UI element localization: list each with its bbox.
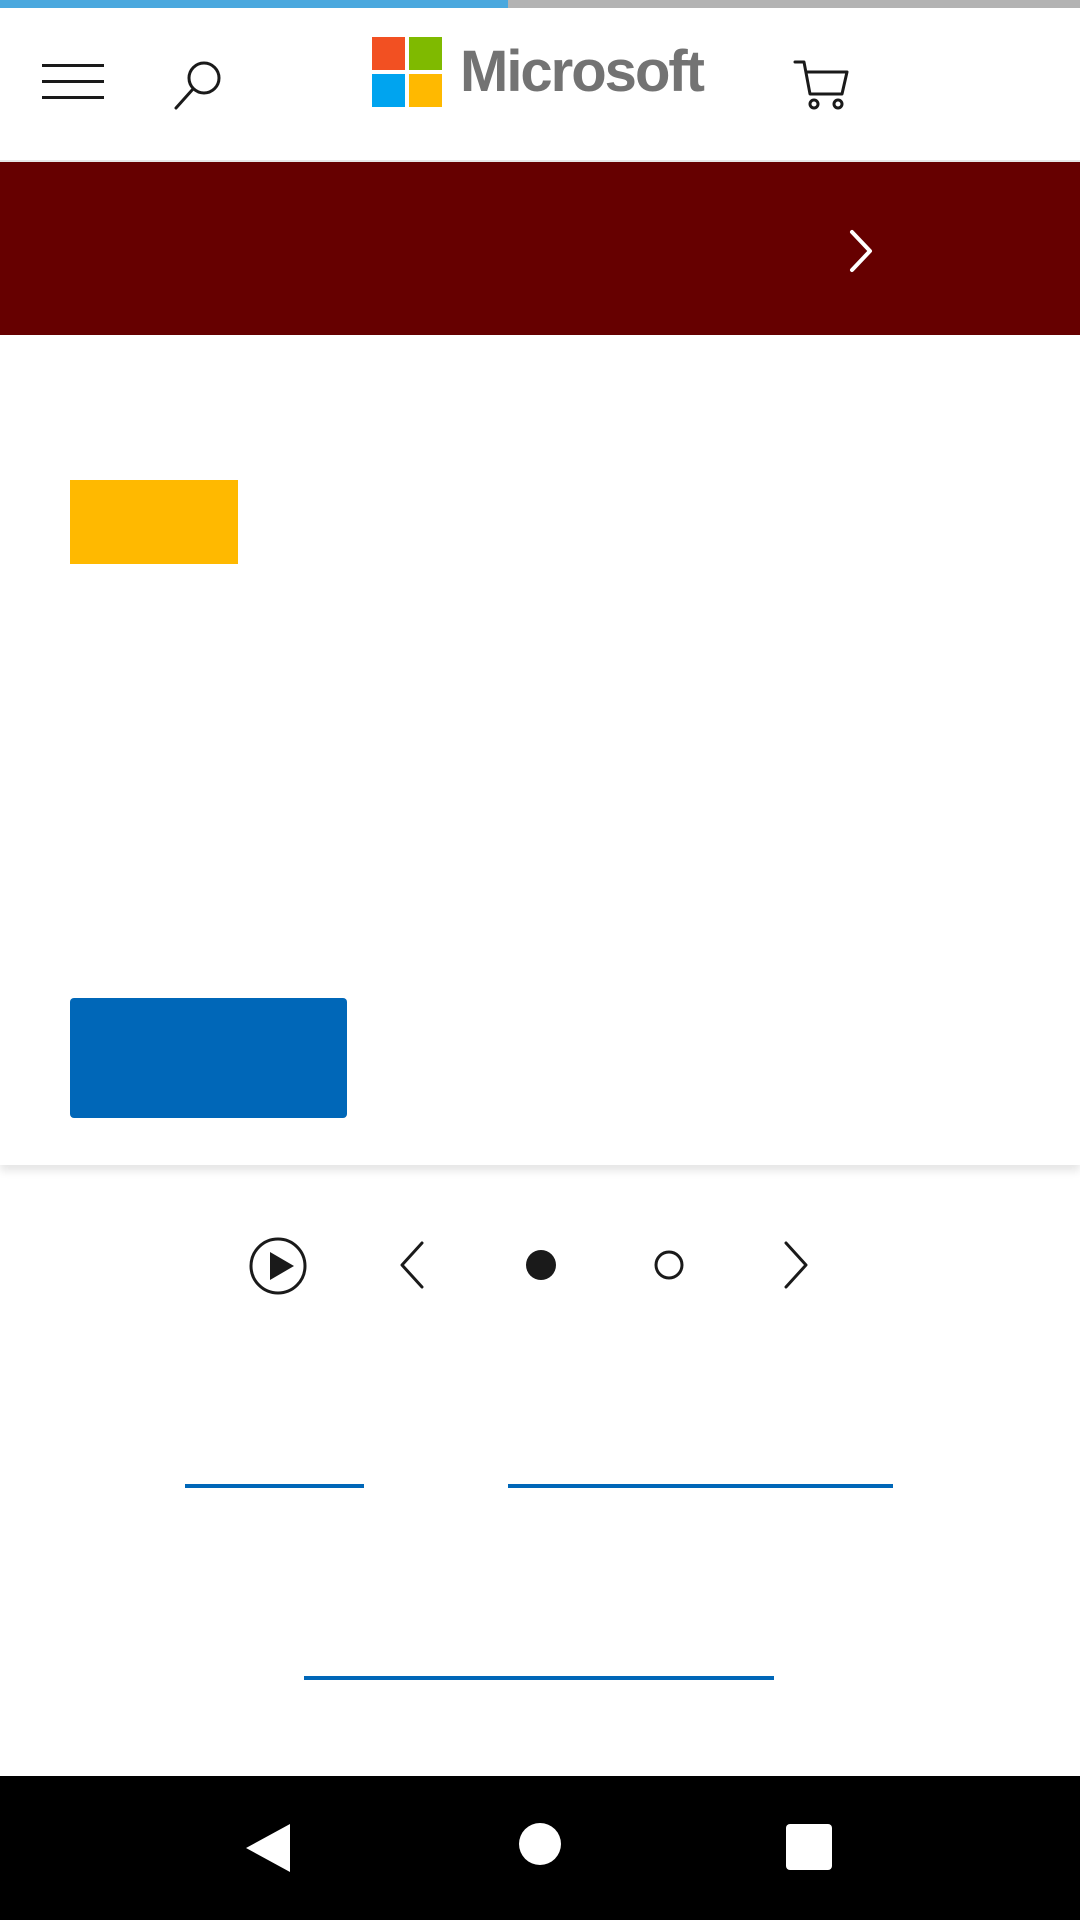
page-load-progress-bar xyxy=(0,0,1080,8)
hero-cta-button[interactable] xyxy=(70,998,347,1118)
hamburger-menu-icon[interactable] xyxy=(42,56,104,106)
system-nav-bar xyxy=(0,1776,1080,1920)
shopping-cart-icon[interactable] xyxy=(792,54,852,114)
promo-banner[interactable] xyxy=(0,162,1080,335)
hero-badge xyxy=(70,480,238,564)
link-1[interactable] xyxy=(185,1484,364,1488)
carousel-next-icon[interactable] xyxy=(778,1239,814,1296)
carousel-dot-active[interactable] xyxy=(524,1248,558,1287)
hero-slide xyxy=(0,335,1080,1165)
back-triangle-icon[interactable] xyxy=(244,1822,292,1879)
logo-wordmark: Microsoft xyxy=(460,39,705,104)
chevron-right-icon[interactable] xyxy=(840,226,880,276)
link-2[interactable] xyxy=(508,1484,893,1488)
microsoft-logo[interactable]: Microsoft xyxy=(372,34,705,110)
play-circle-icon[interactable] xyxy=(248,1236,308,1301)
site-header: Microsoft xyxy=(0,8,1080,162)
recents-square-icon[interactable] xyxy=(786,1824,832,1875)
carousel-controls xyxy=(0,1225,1080,1305)
link-3[interactable] xyxy=(304,1676,774,1680)
page-load-progress-fill xyxy=(0,0,508,8)
carousel-dot[interactable] xyxy=(652,1248,686,1287)
carousel-prev-icon[interactable] xyxy=(394,1239,430,1296)
microsoft-logo-icon xyxy=(372,37,442,107)
search-icon[interactable] xyxy=(168,54,232,118)
home-circle-icon[interactable] xyxy=(518,1822,562,1871)
